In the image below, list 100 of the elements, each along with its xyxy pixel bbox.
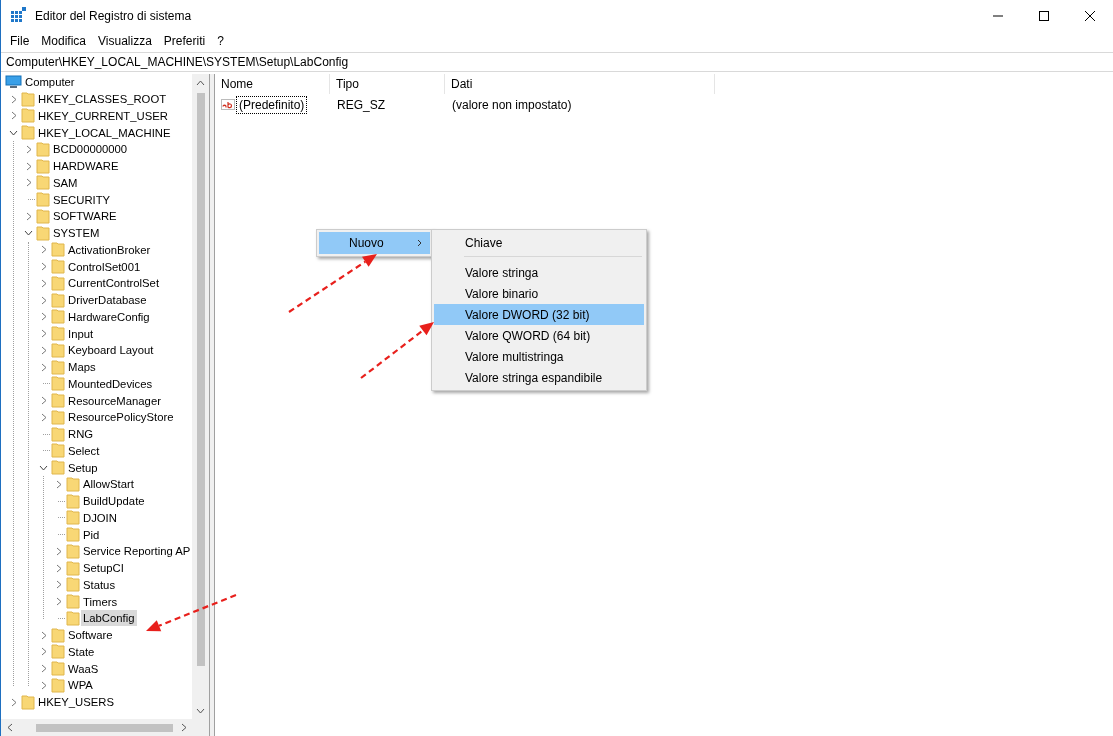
column-header[interactable]: Nome [215,74,330,94]
chevron-right-icon[interactable] [9,697,18,707]
tree-item[interactable]: DriverDatabase [66,292,149,309]
tree-item[interactable]: ActivationBroker [66,241,153,258]
chevron-right-icon[interactable] [54,597,63,607]
chevron-right-icon[interactable] [39,680,48,690]
menu-item[interactable]: Preferiti [157,33,212,48]
menu-item[interactable]: Valore QWORD (64 bit) [434,325,644,346]
chevron-right-icon[interactable] [39,647,48,657]
chevron-right-icon[interactable] [54,563,63,573]
folder-icon [51,661,65,677]
chevron-right-icon[interactable] [9,111,18,121]
tree-item[interactable]: HKEY_LOCAL_MACHINE [36,124,173,141]
scroll-up-icon[interactable] [196,79,205,86]
tree-item[interactable]: DJOIN [81,509,119,526]
tree-item[interactable]: BuildUpdate [81,493,147,510]
chevron-right-icon[interactable] [39,630,48,640]
tree-item[interactable]: Status [81,576,118,593]
chevron-right-icon[interactable] [24,178,33,188]
menu-item[interactable]: Visualizza [92,33,158,48]
tree-item[interactable]: SYSTEM [51,225,102,242]
tree-item[interactable]: Setup [66,459,100,476]
chevron-right-icon[interactable] [39,295,48,305]
tree-item[interactable]: AllowStart [81,476,136,493]
chevron-right-icon[interactable] [9,94,18,104]
tree-item[interactable]: SECURITY [51,191,113,208]
chevron-right-icon[interactable] [39,362,48,372]
tree-item[interactable]: State [66,643,97,660]
menu-item[interactable]: Valore binario [434,283,644,304]
menu-item[interactable]: Valore multistringa [434,346,644,367]
chevron-right-icon[interactable] [24,144,33,154]
menu-item[interactable]: Valore stringa espandibile [434,367,644,388]
menu-item[interactable]: ? [211,33,230,48]
chevron-down-icon[interactable] [24,229,33,238]
tree-item[interactable]: RNG [66,426,96,443]
tree-item[interactable]: LabConfig [81,610,137,627]
chevron-right-icon[interactable] [39,664,48,674]
folder-icon [51,292,65,308]
menu-item[interactable]: Nuovo [319,232,430,254]
menu-item[interactable]: File [4,33,36,48]
tree-item[interactable]: Maps [66,359,98,376]
tree-item[interactable]: HKEY_CLASSES_ROOT [36,91,169,108]
tree-item[interactable]: Service Reporting AP [81,543,192,560]
folder-icon [51,677,65,693]
menu-item[interactable]: Valore DWORD (32 bit) [434,304,644,325]
tree-item[interactable]: HKEY_CURRENT_USER [36,107,170,124]
tree-item[interactable]: Select [66,442,102,459]
tree-item[interactable]: SAM [51,174,80,191]
address-bar[interactable]: Computer\HKEY_LOCAL_MACHINE\SYSTEM\Setup\LabConfig [1,52,1113,72]
tree-item[interactable]: Input [66,325,96,342]
tree-item[interactable]: HardwareConfig [66,308,152,325]
menu-item[interactable]: Chiave [434,232,644,253]
tree-item[interactable]: WaaS [66,660,101,677]
tree-item[interactable]: HKEY_USERS [36,694,116,711]
tree-item[interactable]: BCD00000000 [51,141,130,158]
chevron-down-icon[interactable] [9,128,18,137]
tree-item[interactable]: ResourceManager [66,392,163,409]
tree-item[interactable]: Keyboard Layout [66,342,156,359]
folder-icon [66,594,80,610]
column-header[interactable]: Dati [445,74,715,94]
tree-item[interactable]: SOFTWARE [51,208,119,225]
chevron-right-icon[interactable] [39,278,48,288]
chevron-right-icon[interactable] [39,345,48,355]
chevron-right-icon[interactable] [39,262,48,272]
tree-item[interactable]: WPA [66,677,95,694]
tree-item[interactable]: HARDWARE [51,158,121,175]
scroll-left-icon[interactable] [6,723,13,732]
tree-item[interactable]: ControlSet001 [66,258,143,275]
tree-item[interactable]: ResourcePolicyStore [66,409,176,426]
chevron-right-icon[interactable] [39,412,48,422]
table-cell-text: REG_SZ [336,98,386,112]
tree-item[interactable]: Computer [23,74,77,91]
tree-item[interactable]: MountedDevices [66,375,155,392]
registry-icon [10,7,27,24]
scroll-down-icon[interactable] [196,707,205,714]
menu-item[interactable]: Modifica [35,33,93,48]
chevron-right-icon[interactable] [54,546,63,556]
tree-item[interactable]: CurrentControlSet [66,275,162,292]
chevron-right-icon[interactable] [24,161,33,171]
scroll-right-icon[interactable] [180,723,187,732]
tree-item[interactable]: Software [66,627,115,644]
chevron-right-icon[interactable] [54,580,63,590]
chevron-right-icon[interactable] [39,329,48,339]
chevron-right-icon[interactable] [39,245,48,255]
string-value-icon [221,98,235,112]
tree-item[interactable]: Timers [81,593,120,610]
maximize-icon [1039,10,1049,21]
menu-item[interactable]: Valore stringa [434,262,644,283]
folder-icon [36,208,50,224]
folder-icon [51,393,65,409]
chevron-right-icon[interactable] [39,396,48,406]
column-header[interactable]: Tipo [330,74,445,94]
value-name[interactable]: (Predefinito) [236,96,308,114]
chevron-right-icon[interactable] [24,211,33,221]
chevron-down-icon[interactable] [39,463,48,472]
chevron-right-icon[interactable] [39,312,48,322]
computer-icon [5,75,22,90]
chevron-right-icon[interactable] [54,479,63,489]
tree-item[interactable]: SetupCI [81,560,126,577]
tree-item[interactable]: Pid [81,526,102,543]
